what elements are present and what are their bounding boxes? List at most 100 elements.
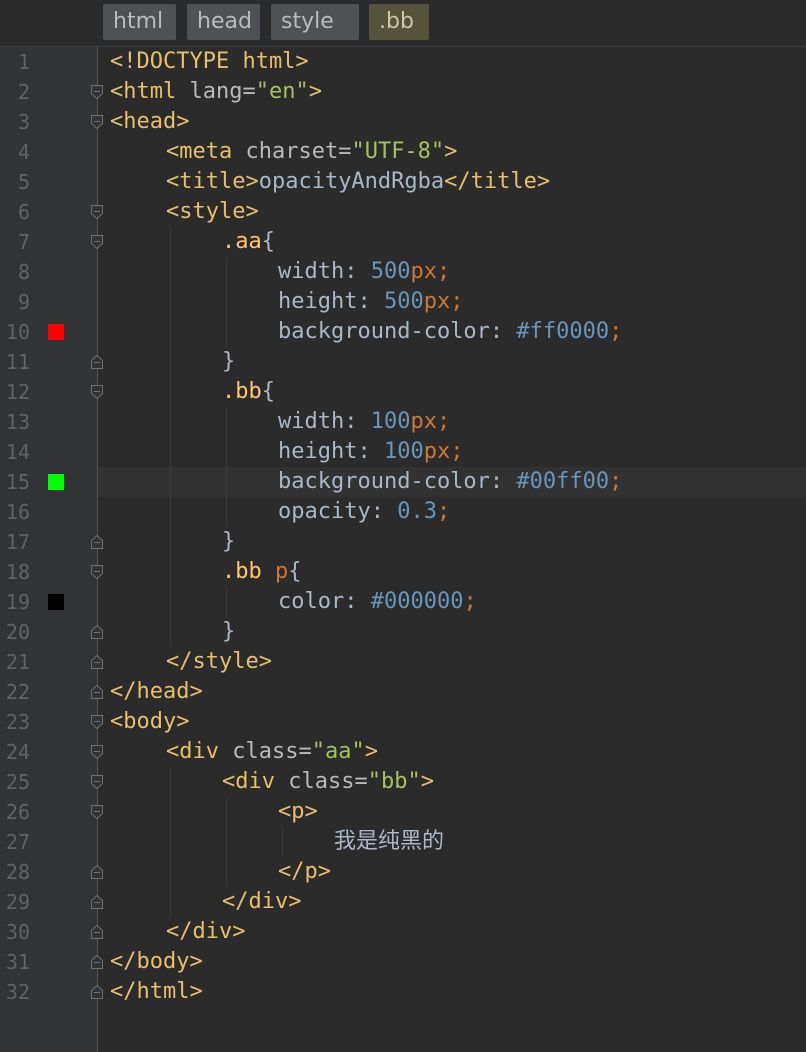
line-number[interactable]: 14 bbox=[0, 437, 30, 467]
fold-end-icon[interactable] bbox=[89, 354, 105, 370]
code-token: background-color: bbox=[278, 319, 517, 344]
line-number[interactable]: 12 bbox=[0, 377, 30, 407]
code-line[interactable]: <title>opacityAndRgba</title> bbox=[166, 167, 550, 197]
indent-guide bbox=[226, 257, 227, 347]
code-line[interactable]: </p> bbox=[278, 857, 331, 887]
fold-end-icon[interactable] bbox=[89, 864, 105, 880]
code-line[interactable]: <html lang="en"> bbox=[110, 77, 322, 107]
code-line[interactable]: width: 500px; bbox=[278, 257, 450, 287]
code-line[interactable]: } bbox=[222, 347, 235, 377]
code-line[interactable]: } bbox=[222, 527, 235, 557]
line-number[interactable]: 15 bbox=[0, 467, 30, 497]
code-line[interactable]: height: 500px; bbox=[278, 287, 463, 317]
line-number[interactable]: 30 bbox=[0, 917, 30, 947]
breadcrumb-item-bb[interactable]: .bb bbox=[369, 4, 429, 40]
breadcrumb: html head style .bb bbox=[0, 0, 806, 47]
line-number[interactable]: 8 bbox=[0, 257, 30, 287]
fold-end-icon[interactable] bbox=[89, 684, 105, 700]
code-line[interactable]: </style> bbox=[166, 647, 272, 677]
fold-open-icon[interactable] bbox=[89, 114, 105, 130]
line-number[interactable]: 18 bbox=[0, 557, 30, 587]
line-number[interactable]: 24 bbox=[0, 737, 30, 767]
line-number[interactable]: 16 bbox=[0, 497, 30, 527]
line-number[interactable]: 20 bbox=[0, 617, 30, 647]
fold-open-icon[interactable] bbox=[89, 714, 105, 730]
fold-end-icon[interactable] bbox=[89, 534, 105, 550]
color-swatch-icon[interactable] bbox=[48, 324, 64, 340]
fold-open-icon[interactable] bbox=[89, 234, 105, 250]
line-number[interactable]: 13 bbox=[0, 407, 30, 437]
indent-guide bbox=[226, 587, 227, 617]
fold-open-icon[interactable] bbox=[89, 384, 105, 400]
fold-open-icon[interactable] bbox=[89, 564, 105, 580]
code-line[interactable]: <head> bbox=[110, 107, 189, 137]
breadcrumb-item-html[interactable]: html bbox=[103, 4, 176, 40]
color-swatch-icon[interactable] bbox=[48, 594, 64, 610]
code-line[interactable]: height: 100px; bbox=[278, 437, 463, 467]
code-line[interactable]: </body> bbox=[110, 947, 203, 977]
code-line[interactable]: </div> bbox=[166, 917, 245, 947]
fold-end-icon[interactable] bbox=[89, 894, 105, 910]
line-number[interactable]: 2 bbox=[0, 77, 30, 107]
code-token: px bbox=[410, 259, 437, 284]
line-number[interactable]: 28 bbox=[0, 857, 30, 887]
breadcrumb-item-style[interactable]: style bbox=[271, 4, 359, 40]
code-line[interactable]: color: #000000; bbox=[278, 587, 477, 617]
color-swatch-icon[interactable] bbox=[48, 474, 64, 490]
code-line[interactable]: background-color: #ff0000; bbox=[278, 317, 622, 347]
line-number[interactable]: 4 bbox=[0, 137, 30, 167]
line-number[interactable]: 6 bbox=[0, 197, 30, 227]
fold-open-icon[interactable] bbox=[89, 774, 105, 790]
code-line[interactable]: <!DOCTYPE html> bbox=[110, 47, 309, 77]
line-number[interactable]: 22 bbox=[0, 677, 30, 707]
code-line[interactable]: </div> bbox=[222, 887, 301, 917]
line-number[interactable]: 29 bbox=[0, 887, 30, 917]
fold-open-icon[interactable] bbox=[89, 744, 105, 760]
code-token: charset= bbox=[245, 139, 352, 164]
code-line[interactable]: .bb{ bbox=[222, 377, 275, 407]
code-line[interactable]: </head> bbox=[110, 677, 203, 707]
code-token: </style> bbox=[166, 649, 272, 674]
fold-end-icon[interactable] bbox=[89, 654, 105, 670]
code-line[interactable]: 我是纯黑的 bbox=[334, 827, 444, 857]
code-line[interactable]: } bbox=[222, 617, 235, 647]
line-number[interactable]: 17 bbox=[0, 527, 30, 557]
code-line[interactable]: background-color: #00ff00; bbox=[278, 467, 622, 497]
line-number[interactable]: 31 bbox=[0, 947, 30, 977]
code-line[interactable]: <div class="aa"> bbox=[166, 737, 378, 767]
line-number[interactable]: 32 bbox=[0, 977, 30, 1007]
line-number[interactable]: 25 bbox=[0, 767, 30, 797]
code-line[interactable]: <meta charset="UTF-8"> bbox=[166, 137, 457, 167]
fold-end-icon[interactable] bbox=[89, 924, 105, 940]
line-number[interactable]: 1 bbox=[0, 47, 30, 77]
fold-end-icon[interactable] bbox=[89, 624, 105, 640]
code-line[interactable]: width: 100px; bbox=[278, 407, 450, 437]
code-line[interactable]: <style> bbox=[166, 197, 259, 227]
line-number[interactable]: 7 bbox=[0, 227, 30, 257]
line-number[interactable]: 23 bbox=[0, 707, 30, 737]
code-line[interactable]: <div class="bb"> bbox=[222, 767, 434, 797]
code-token: ; bbox=[609, 469, 623, 494]
line-number[interactable]: 26 bbox=[0, 797, 30, 827]
fold-open-icon[interactable] bbox=[89, 204, 105, 220]
code-line[interactable]: opacity: 0.3; bbox=[278, 497, 450, 527]
code-line[interactable]: <p> bbox=[278, 797, 318, 827]
code-line[interactable]: .bb p{ bbox=[222, 557, 301, 587]
breadcrumb-item-head[interactable]: head bbox=[187, 4, 260, 40]
line-number[interactable]: 9 bbox=[0, 287, 30, 317]
code-line[interactable]: </html> bbox=[110, 977, 203, 1007]
fold-open-icon[interactable] bbox=[89, 804, 105, 820]
line-number[interactable]: 11 bbox=[0, 347, 30, 377]
fold-open-icon[interactable] bbox=[89, 84, 105, 100]
line-number[interactable]: 5 bbox=[0, 167, 30, 197]
line-number[interactable]: 3 bbox=[0, 107, 30, 137]
line-number[interactable]: 10 bbox=[0, 317, 30, 347]
line-number[interactable]: 21 bbox=[0, 647, 30, 677]
code-line[interactable]: <body> bbox=[110, 707, 189, 737]
code-line[interactable]: .aa{ bbox=[222, 227, 275, 257]
line-number[interactable]: 19 bbox=[0, 587, 30, 617]
fold-end-icon[interactable] bbox=[89, 954, 105, 970]
code-token: opacityAndRgba bbox=[258, 169, 445, 194]
line-number[interactable]: 27 bbox=[0, 827, 30, 857]
fold-end-icon[interactable] bbox=[89, 984, 105, 1000]
